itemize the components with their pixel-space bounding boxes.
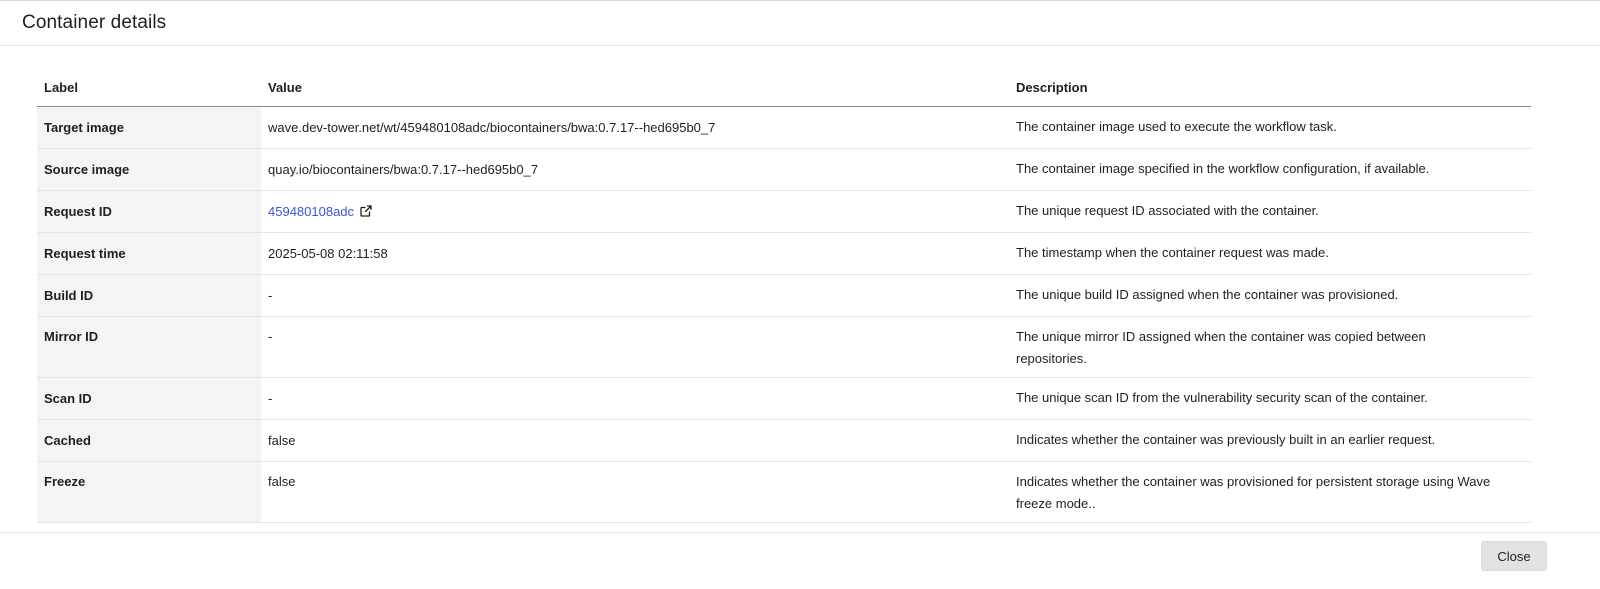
row-description: The unique mirror ID assigned when the c…: [1009, 316, 1531, 378]
row-value-text: false: [268, 474, 296, 489]
row-value: -: [261, 316, 1009, 378]
row-value: -: [261, 274, 1009, 317]
table-row-scan-id: Scan ID - The unique scan ID from the vu…: [37, 377, 1531, 420]
row-label: Scan ID: [37, 377, 261, 420]
table-row-mirror-id: Mirror ID - The unique mirror ID assigne…: [37, 316, 1531, 378]
table-row-request-time: Request time 2025-05-08 02:11:58 The tim…: [37, 232, 1531, 275]
row-description: Indicates whether the container was prev…: [1009, 419, 1531, 462]
row-description: Indicates whether the container was prov…: [1009, 461, 1531, 523]
row-label: Source image: [37, 148, 261, 191]
row-description: The unique scan ID from the vulnerabilit…: [1009, 377, 1531, 420]
column-header-value: Value: [261, 68, 1009, 107]
column-header-description: Description: [1009, 68, 1531, 107]
row-value: false: [261, 419, 1009, 462]
dialog-header: Container details: [0, 1, 1600, 46]
row-value: wave.dev-tower.net/wt/459480108adc/bioco…: [261, 106, 1009, 149]
row-description-line: The unique request ID associated with th…: [1016, 203, 1319, 218]
row-label: Request ID: [37, 190, 261, 233]
row-description-line: The unique build ID assigned when the co…: [1016, 287, 1399, 302]
table-row-freeze: Freeze false Indicates whether the conta…: [37, 461, 1531, 523]
dialog-footer: Close: [0, 532, 1600, 589]
row-value: 2025-05-08 02:11:58: [261, 232, 1009, 275]
row-description-line: The container image used to execute the …: [1016, 119, 1337, 134]
row-label: Mirror ID: [37, 316, 261, 378]
row-description-line: The timestamp when the container request…: [1016, 245, 1329, 260]
row-description-line: repositories.: [1016, 351, 1087, 366]
row-label: Cached: [37, 419, 261, 462]
request-id-link[interactable]: 459480108adc: [268, 204, 372, 219]
table-row-cached: Cached false Indicates whether the conta…: [37, 419, 1531, 462]
row-description: The container image used to execute the …: [1009, 106, 1531, 149]
row-description-line: The unique mirror ID assigned when the c…: [1016, 329, 1426, 344]
table-row-request-id: Request ID 459480108adc The unique reque…: [37, 190, 1531, 233]
row-value-text: -: [268, 329, 273, 344]
table-row-source-image: Source image quay.io/biocontainers/bwa:0…: [37, 148, 1531, 191]
row-label: Freeze: [37, 461, 261, 523]
table-row-build-id: Build ID - The unique build ID assigned …: [37, 274, 1531, 317]
row-label: Request time: [37, 232, 261, 275]
row-description: The container image specified in the wor…: [1009, 148, 1531, 191]
row-description-line: The container image specified in the wor…: [1016, 161, 1430, 176]
row-label: Build ID: [37, 274, 261, 317]
table-header-row: Label Value Description: [37, 68, 1531, 107]
external-link-icon[interactable]: [360, 205, 372, 217]
request-id-link-text[interactable]: 459480108adc: [268, 204, 354, 219]
row-label: Target image: [37, 106, 261, 149]
dialog-title: Container details: [22, 12, 167, 33]
row-value: quay.io/biocontainers/bwa:0.7.17--hed695…: [261, 148, 1009, 191]
row-description: The unique request ID associated with th…: [1009, 190, 1531, 233]
row-description-line: freeze mode..: [1016, 496, 1096, 511]
row-label-text: Freeze: [44, 474, 86, 489]
row-description: The unique build ID assigned when the co…: [1009, 274, 1531, 317]
close-button[interactable]: Close: [1481, 541, 1547, 571]
row-value: false: [261, 461, 1009, 523]
row-description-line: Indicates whether the container was prov…: [1016, 474, 1491, 489]
dialog-body: Label Value Description Target image wav…: [0, 46, 1600, 523]
container-details-dialog: Container details Label Value Descriptio…: [0, 0, 1600, 589]
row-description-line: The unique scan ID from the vulnerabilit…: [1016, 390, 1428, 405]
row-value: -: [261, 377, 1009, 420]
column-header-label: Label: [37, 68, 261, 107]
row-description-line: Indicates whether the container was prev…: [1016, 432, 1436, 447]
row-label-text: Mirror ID: [44, 329, 99, 344]
row-value: 459480108adc: [261, 190, 1009, 233]
table-row-target-image: Target image wave.dev-tower.net/wt/45948…: [37, 106, 1531, 149]
container-details-table: Label Value Description Target image wav…: [37, 68, 1531, 523]
row-description: The timestamp when the container request…: [1009, 232, 1531, 275]
